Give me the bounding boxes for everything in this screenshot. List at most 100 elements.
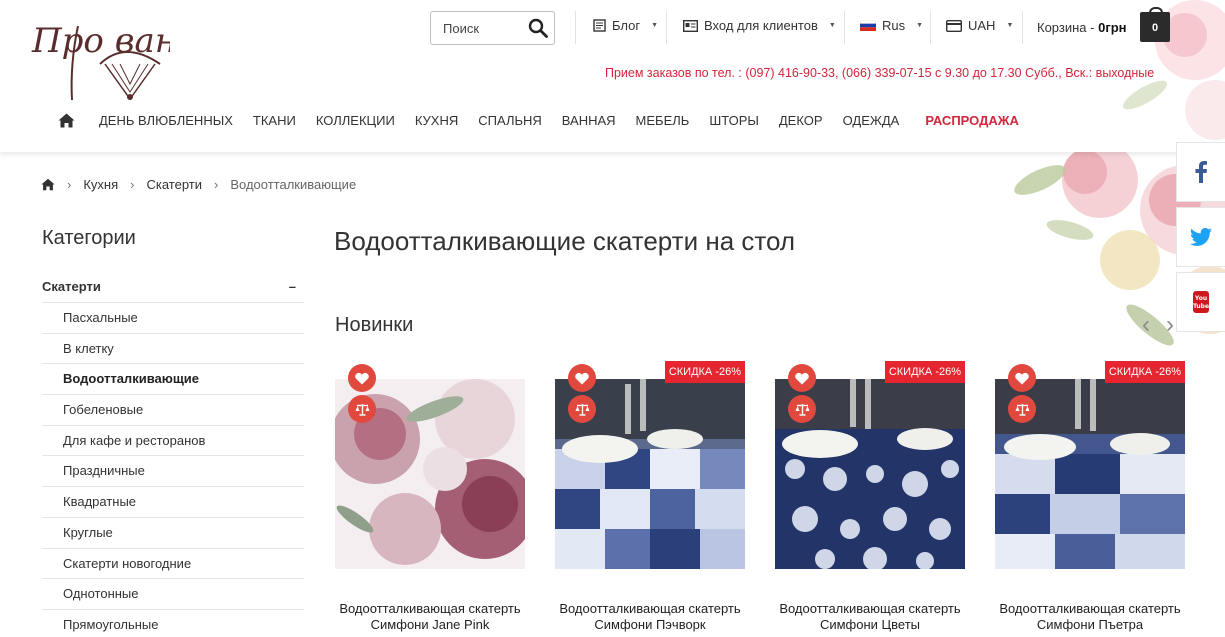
breadcrumb: › Кухня › Скатерти › Водоотталкивающие — [41, 177, 356, 192]
cart-amount: 0грн — [1098, 20, 1127, 35]
divider — [666, 11, 667, 44]
product-name[interactable]: Водоотталкивающая скатерть Симфони Пэчво… — [545, 601, 755, 633]
site-header: Про ванс Блог ▼ — [0, 0, 1225, 152]
nav-item-kitchen[interactable]: КУХНЯ — [405, 113, 468, 128]
id-card-icon — [683, 19, 698, 32]
compare-button[interactable] — [788, 395, 816, 423]
chevron-down-icon: ▼ — [1006, 22, 1014, 29]
scales-icon — [575, 403, 589, 416]
chevron-right-icon[interactable]: › — [1166, 311, 1174, 339]
cart-bag-icon[interactable]: 0 — [1140, 7, 1170, 42]
language-dropdown[interactable]: Rus ▼ — [860, 18, 923, 33]
search-box — [430, 11, 555, 45]
chevron-right-icon: › — [67, 177, 72, 192]
blog-icon — [593, 19, 606, 32]
chevron-down-icon: ▼ — [651, 22, 659, 29]
discount-badge: СКИДКА -26% — [884, 361, 965, 383]
nav-item-furniture[interactable]: МЕБЕЛЬ — [626, 113, 700, 128]
nav-item-valentines[interactable]: ДЕНЬ ВЛЮБЛЕННЫХ — [89, 113, 243, 128]
facebook-share-button[interactable] — [1176, 142, 1225, 202]
divider — [844, 11, 845, 44]
product-name[interactable]: Водоотталкивающая скатерть Симфони Jane … — [325, 601, 535, 633]
category-tablecloths[interactable]: Скатерти – — [42, 279, 304, 303]
divider — [930, 11, 931, 44]
subcategory-square[interactable]: Квадратные — [42, 487, 304, 518]
subcategory-checkered[interactable]: В клетку — [42, 334, 304, 365]
blog-dropdown[interactable]: Блог ▼ — [593, 18, 658, 33]
subcategory-festive[interactable]: Праздничные — [42, 456, 304, 488]
main-navigation: ДЕНЬ ВЛЮБЛЕННЫХ ТКАНИ КОЛЛЕКЦИИ КУХНЯ СП… — [56, 113, 1029, 128]
chevron-right-icon: › — [130, 177, 135, 192]
wishlist-button[interactable] — [348, 364, 376, 392]
subcategory-rectangular[interactable]: Прямоугольные — [42, 610, 304, 637]
order-phones: Прием заказов по тел. : (097) 416-90-33,… — [605, 66, 932, 80]
home-icon[interactable] — [41, 178, 55, 191]
nav-item-clothing[interactable]: ОДЕЖДА — [833, 113, 910, 128]
product-name[interactable]: Водоотталкивающая скатерть Симфони Пъетр… — [985, 601, 1195, 633]
scales-icon — [795, 403, 809, 416]
currency-dropdown[interactable]: UAH ▼ — [946, 18, 1013, 33]
subcategory-waterproof[interactable]: Водоотталкивающие — [42, 364, 304, 396]
nav-item-sale[interactable]: РАСПРОДАЖА — [909, 113, 1029, 128]
nav-item-curtains[interactable]: ШТОРЫ — [699, 113, 769, 128]
search-input[interactable] — [431, 12, 526, 44]
site-logo[interactable]: Про ванс — [30, 4, 196, 104]
discount-badge: СКИДКА -26% — [1104, 361, 1185, 383]
compare-button[interactable] — [568, 395, 596, 423]
blog-label: Блог — [612, 18, 641, 33]
youtube-share-button[interactable]: You Tube — [1176, 272, 1225, 332]
currency-label: UAH — [968, 18, 996, 33]
order-hours-notice: Прием заказов по тел. : (097) 416-90-33,… — [605, 66, 1154, 80]
breadcrumb-kitchen[interactable]: Кухня — [83, 177, 118, 192]
chevron-left-icon[interactable]: ‹ — [1142, 311, 1150, 339]
nav-item-bathroom[interactable]: ВАННАЯ — [552, 113, 626, 128]
subcategory-christmas[interactable]: Скатерти новогодние — [42, 549, 304, 580]
wishlist-button[interactable] — [1008, 364, 1036, 392]
wishlist-button[interactable] — [568, 364, 596, 392]
home-icon[interactable] — [58, 113, 75, 128]
svg-text:You: You — [1194, 295, 1207, 302]
heart-icon — [795, 372, 809, 384]
subcategory-round[interactable]: Круглые — [42, 518, 304, 549]
section-title-new: Новинки — [335, 314, 414, 336]
youtube-icon: You Tube — [1193, 291, 1209, 313]
scales-icon — [1015, 403, 1029, 416]
category-label: Скатерти — [42, 279, 101, 294]
nav-item-decor[interactable]: ДЕКОР — [769, 113, 833, 128]
nav-item-bedroom[interactable]: СПАЛЬНЯ — [468, 113, 552, 128]
subcategory-plain[interactable]: Однотонные — [42, 579, 304, 610]
order-time: с 9.30 до 17.30 Субб., Вск.: выходные — [935, 66, 1155, 80]
discount-badge: СКИДКА -26% — [664, 361, 745, 383]
nav-item-collections[interactable]: КОЛЛЕКЦИИ — [306, 113, 405, 128]
subcategory-easter[interactable]: Пасхальные — [42, 303, 304, 334]
twitter-share-button[interactable] — [1176, 207, 1225, 267]
collapse-icon[interactable]: – — [289, 279, 296, 294]
subcategory-tapestry[interactable]: Гобеленовые — [42, 395, 304, 426]
product-name[interactable]: Водоотталкивающая скатерть Симфони Цветы — [765, 601, 975, 633]
carousel-controls: ‹ › — [1142, 311, 1174, 339]
login-dropdown[interactable]: Вход для клиентов ▼ — [683, 18, 836, 33]
subcategory-list: Пасхальные В клетку Водоотталкивающие Го… — [42, 303, 304, 637]
breadcrumb-current: Водоотталкивающие — [230, 177, 357, 192]
subcategory-cafe[interactable]: Для кафе и ресторанов — [42, 426, 304, 457]
heart-icon — [1015, 372, 1029, 384]
wishlist-button[interactable] — [788, 364, 816, 392]
page-title: Водоотталкивающие скатерти на стол — [334, 226, 796, 256]
language-label: Rus — [882, 18, 906, 33]
heart-icon — [355, 372, 369, 384]
divider — [1022, 11, 1023, 44]
breadcrumb-tablecloths[interactable]: Скатерти — [146, 177, 202, 192]
cart-count: 0 — [1151, 22, 1159, 34]
cart-link[interactable]: Корзина - 0грн — [1037, 20, 1127, 35]
nav-item-fabrics[interactable]: ТКАНИ — [243, 113, 306, 128]
cart-label: Корзина - — [1037, 20, 1095, 35]
search-icon[interactable] — [528, 18, 548, 38]
credit-card-icon — [946, 19, 962, 32]
compare-button[interactable] — [348, 395, 376, 423]
twitter-icon — [1190, 228, 1212, 246]
facebook-icon — [1195, 161, 1207, 183]
chevron-right-icon: › — [214, 177, 219, 192]
divider — [575, 11, 576, 44]
compare-button[interactable] — [1008, 395, 1036, 423]
svg-text:Про ванс: Про ванс — [31, 21, 170, 61]
